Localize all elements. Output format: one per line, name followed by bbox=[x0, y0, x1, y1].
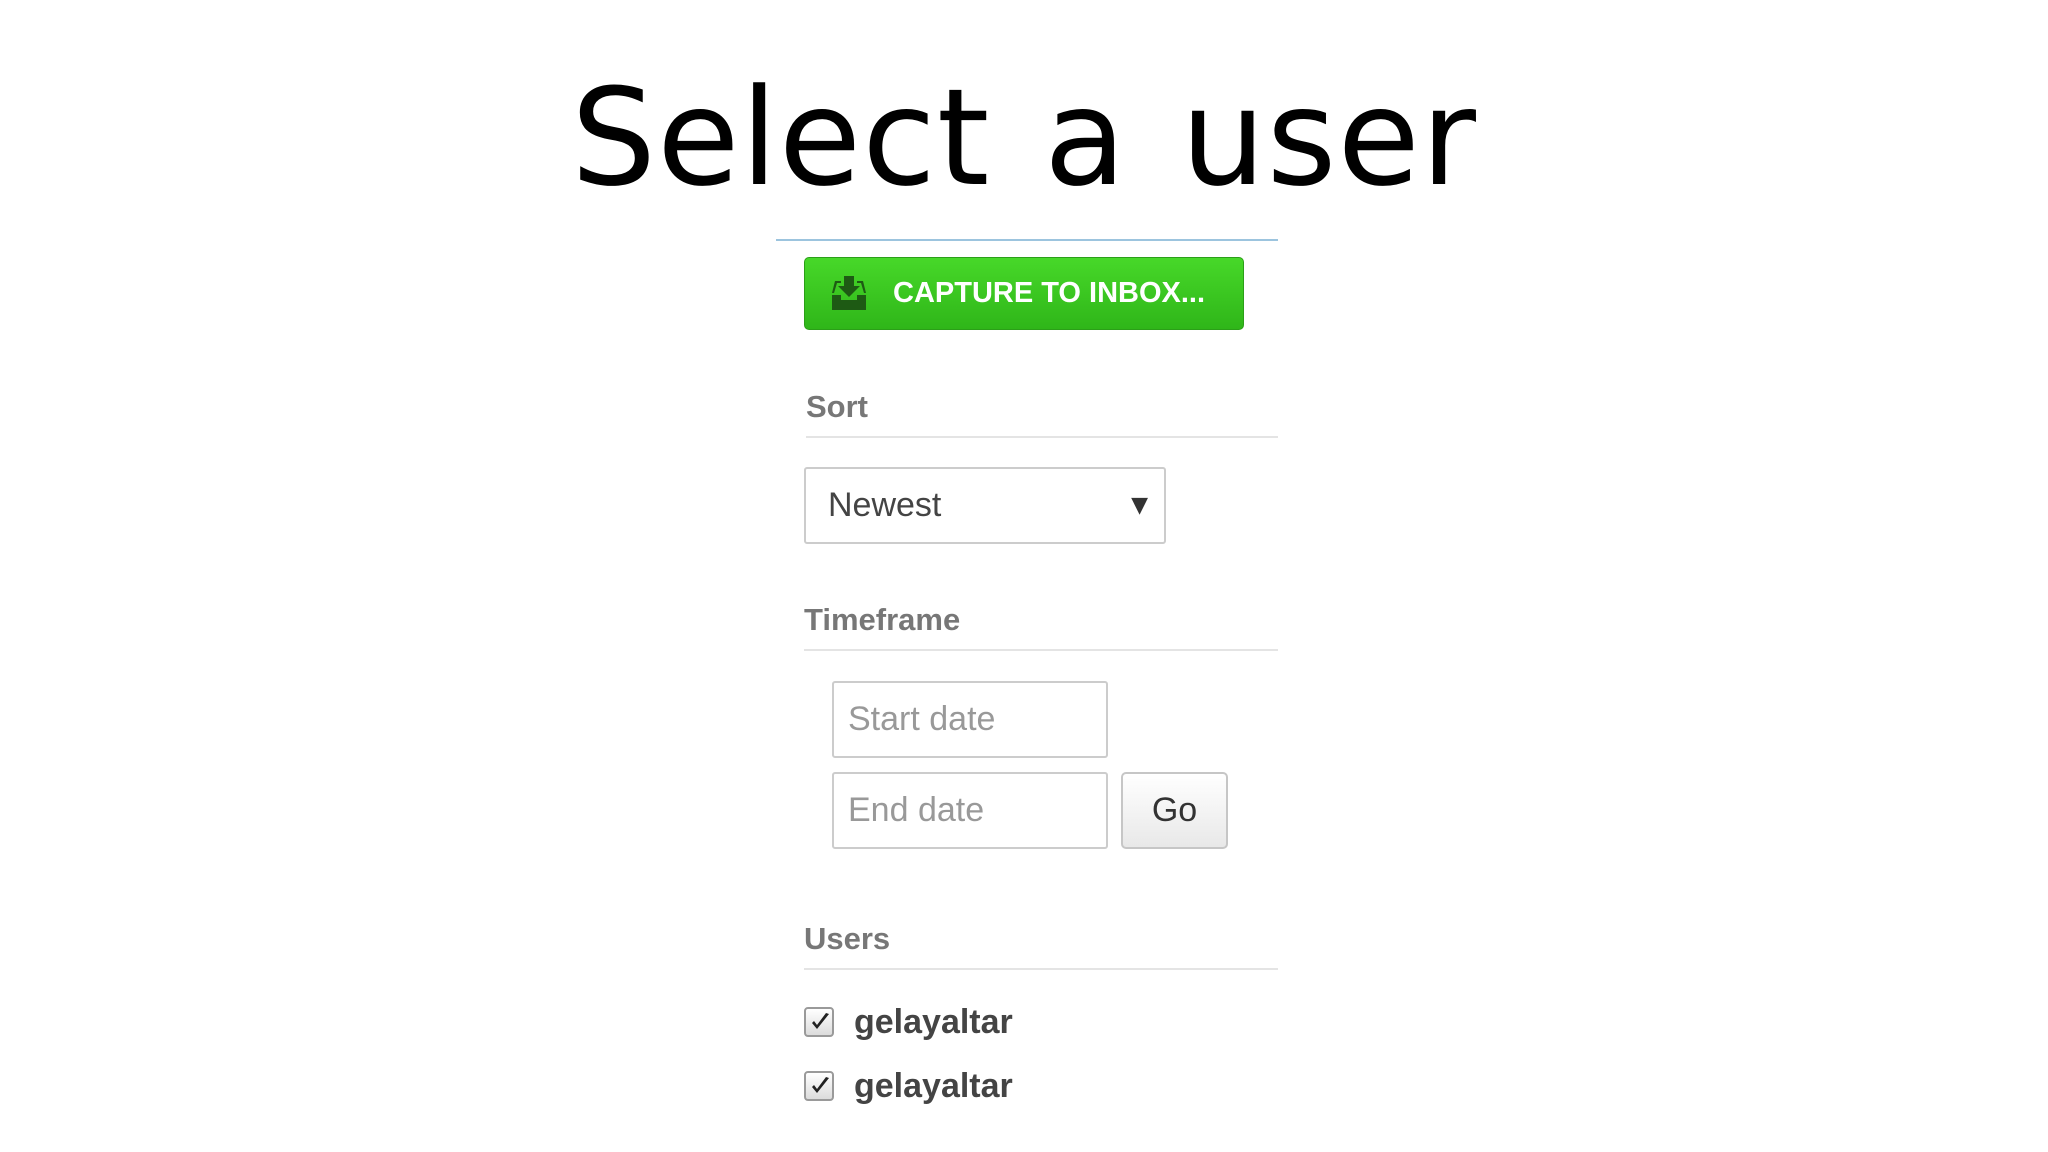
capture-to-inbox-button[interactable]: CAPTURE TO INBOX... bbox=[804, 257, 1244, 330]
user-checkbox[interactable] bbox=[804, 1071, 834, 1101]
user-list-item[interactable]: gelayaltar bbox=[804, 1061, 1278, 1111]
user-name: gelayaltar bbox=[854, 1003, 1013, 1041]
users-heading: Users bbox=[804, 921, 891, 956]
timeframe-heading: Timeframe bbox=[804, 602, 961, 637]
dropdown-arrow-icon: ▼ bbox=[1131, 493, 1148, 518]
filter-panel: CAPTURE TO INBOX... Sort Newest ▼ Timefr… bbox=[776, 239, 1278, 1141]
checkmark-icon bbox=[812, 1013, 829, 1029]
slide-page: Select a user CAPTURE TO INBOX... Sort N… bbox=[0, 0, 2048, 1152]
sort-divider bbox=[806, 436, 1278, 438]
timeframe-divider bbox=[804, 649, 1278, 651]
sort-select[interactable]: Newest ▼ bbox=[804, 467, 1166, 544]
sort-heading: Sort bbox=[806, 389, 868, 424]
slide-title: Select a user bbox=[571, 60, 1477, 216]
inbox-download-icon bbox=[829, 273, 869, 313]
start-date-input[interactable] bbox=[832, 681, 1108, 758]
user-name: gelayaltar bbox=[854, 1067, 1013, 1105]
checkmark-icon bbox=[812, 1077, 829, 1093]
user-checkbox[interactable] bbox=[804, 1007, 834, 1037]
end-date-input[interactable] bbox=[832, 772, 1108, 849]
sort-selected-value: Newest bbox=[828, 486, 942, 524]
capture-button-label: CAPTURE TO INBOX... bbox=[893, 277, 1206, 309]
user-list-item[interactable]: gelayaltar bbox=[804, 997, 1278, 1047]
users-divider bbox=[804, 968, 1278, 970]
go-button[interactable]: Go bbox=[1121, 772, 1228, 849]
